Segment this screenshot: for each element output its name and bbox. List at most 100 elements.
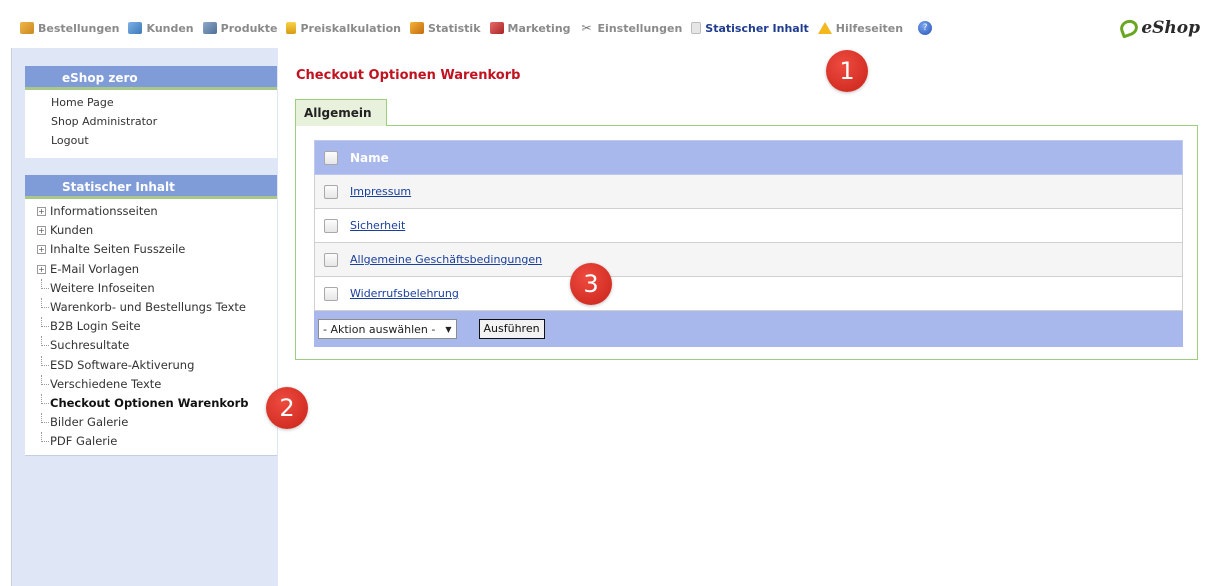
nav-item-kunden[interactable]: Kunden [128, 21, 194, 35]
expand-icon[interactable]: + [37, 226, 46, 236]
nav-label: Marketing [507, 21, 571, 35]
nav-label: Produkte [220, 21, 278, 35]
table-row: Sicherheit [314, 209, 1183, 243]
row-checkbox[interactable] [324, 218, 338, 233]
content-table: Name Impressum Sicherheit Allgemeine Ges… [314, 140, 1183, 347]
tree-item-email-vorlagen[interactable]: + E-Mail Vorlagen [35, 260, 277, 279]
row-checkbox[interactable] [324, 184, 338, 199]
table-body: Impressum Sicherheit Allgemeine Geschäft… [314, 175, 1183, 311]
tree-item-label: ESD Software-Aktiverung [50, 357, 195, 372]
tree-item-label: B2B Login Seite [50, 319, 141, 334]
annotation-marker-1: 1 [826, 50, 868, 92]
shop-box: eShop zero Home Page Shop Administrator … [25, 66, 277, 158]
static-content-box: Statischer Inhalt + Informationsseiten +… [25, 175, 277, 457]
tree-connector [41, 355, 49, 366]
execute-button[interactable]: Ausführen [478, 319, 545, 339]
sidebar: eShop zero Home Page Shop Administrator … [11, 48, 278, 586]
row-checkbox[interactable] [324, 286, 338, 301]
tree-item-checkout-optionen[interactable]: Checkout Optionen Warenkorb [35, 393, 277, 413]
tree-connector [41, 336, 49, 347]
tree-item-verschiedene-texte[interactable]: Verschiedene Texte [35, 374, 277, 394]
shop-administrator-link[interactable]: Shop Administrator [51, 112, 277, 131]
content-tree: + Informationsseiten + Kunden + Inhalte … [25, 199, 277, 457]
tree-item-bilder-galerie[interactable]: Bilder Galerie [35, 413, 277, 432]
settings-icon: ✂ [581, 21, 592, 35]
marketing-icon [489, 22, 504, 34]
static-content-title: Statischer Inhalt [25, 175, 277, 199]
tree-connector [41, 413, 49, 424]
tree-connector [41, 297, 49, 308]
products-icon [202, 22, 217, 34]
tree-item-b2b-login[interactable]: B2B Login Seite [35, 317, 277, 336]
nav-label: Preiskalkulation [300, 21, 401, 35]
tree-item-label: Verschiedene Texte [50, 376, 162, 391]
nav-item-produkte[interactable]: Produkte [202, 21, 278, 35]
price-icon [286, 22, 297, 34]
tab-allgemein[interactable]: Allgemein [295, 99, 387, 126]
expand-icon[interactable]: + [37, 207, 46, 216]
action-select-value: - Aktion auswählen - [323, 322, 436, 336]
tree-connector [41, 278, 49, 289]
nav-item-hilfeseiten[interactable]: Hilfeseiten [817, 21, 904, 35]
nav-item-marketing[interactable]: Marketing [489, 21, 571, 35]
table-row: Widerrufsbelehrung [314, 277, 1183, 311]
tree-connector [41, 432, 49, 443]
expand-icon[interactable]: + [37, 245, 46, 255]
table-footer: - Aktion auswählen - ▼ Ausführen [314, 311, 1183, 347]
row-link-widerrufsbelehrung[interactable]: Widerrufsbelehrung [350, 287, 459, 300]
annotation-marker-3: 3 [570, 263, 612, 305]
home-page-link[interactable]: Home Page [51, 93, 277, 112]
row-checkbox[interactable] [324, 252, 338, 267]
tree-item-esd-aktiverung[interactable]: ESD Software-Aktiverung [35, 355, 277, 375]
nav-item-statistik[interactable]: Statistik [409, 22, 481, 35]
select-all-checkbox[interactable] [324, 150, 338, 165]
tree-connector [41, 393, 49, 404]
nav-item-einstellungen[interactable]: ✂ Einstellungen [580, 22, 683, 35]
row-link-sicherheit[interactable]: Sicherheit [350, 219, 405, 232]
nav-label: Hilfeseiten [835, 21, 904, 35]
action-select[interactable]: - Aktion auswählen - ▼ [318, 319, 457, 339]
content-panel: Name Impressum Sicherheit Allgemeine Ges… [295, 125, 1198, 360]
tree-connector [41, 317, 49, 328]
tree-item-kunden[interactable]: + Kunden [35, 221, 277, 240]
logo-text: eShop [1141, 18, 1200, 38]
column-header-name[interactable]: Name [350, 151, 389, 165]
tree-item-label: Inhalte Seiten Fusszeile [50, 242, 186, 257]
expand-icon[interactable]: + [37, 264, 46, 274]
nav-item-bestellungen[interactable]: Bestellungen [20, 22, 119, 35]
tree-item-label: Checkout Optionen Warenkorb [50, 395, 249, 410]
nav-label: Kunden [146, 21, 194, 35]
page-title: Checkout Optionen Warenkorb [296, 68, 521, 83]
nav-label: Bestellungen [38, 21, 120, 35]
nav-label: Statischer Inhalt [705, 21, 809, 35]
shop-title: eShop zero [25, 66, 277, 90]
tree-item-label: E-Mail Vorlagen [50, 261, 140, 276]
eshop-logo[interactable]: eShop [1118, 17, 1200, 39]
orders-icon [20, 22, 34, 34]
annotation-marker-2: 2 [266, 387, 308, 429]
tree-connector [41, 374, 49, 385]
tree-item-weitere-infoseiten[interactable]: Weitere Infoseiten [35, 278, 277, 298]
customers-icon [128, 22, 143, 34]
tree-item-pdf-galerie[interactable]: PDF Galerie [35, 432, 277, 451]
nav-item-preiskalkulation[interactable]: Preiskalkulation [286, 22, 401, 35]
tree-item-suchresultate[interactable]: Suchresultate [35, 336, 277, 355]
tree-item-label: Informationsseiten [50, 204, 158, 218]
tree-item-label: Bilder Galerie [50, 415, 129, 430]
shop-links: Home Page Shop Administrator Logout [25, 90, 277, 154]
top-navigation: Bestellungen Kunden Produkte Preiskalkul… [0, 0, 1206, 48]
row-link-impressum[interactable]: Impressum [350, 185, 411, 198]
tree-item-label: Kunden [50, 223, 94, 238]
nav-menu: Bestellungen Kunden Produkte Preiskalkul… [20, 21, 936, 35]
logout-link[interactable]: Logout [51, 131, 277, 150]
nav-item-statischer-inhalt[interactable]: Statischer Inhalt [691, 21, 809, 35]
tree-item-label: Suchresultate [50, 338, 130, 353]
info-icon[interactable]: ? [918, 21, 933, 35]
row-link-agb[interactable]: Allgemeine Geschäftsbedingungen [350, 253, 542, 266]
tree-item-label: Weitere Infoseiten [50, 280, 155, 295]
tree-item-informationsseiten[interactable]: + Informationsseiten [35, 202, 277, 221]
tree-item-warenkorb-texte[interactable]: Warenkorb- und Bestellungs Texte [35, 297, 277, 317]
tree-item-inhalte-fusszeile[interactable]: + Inhalte Seiten Fusszeile [35, 240, 277, 259]
dropdown-arrow-icon: ▼ [445, 324, 452, 334]
table-row: Impressum [314, 175, 1183, 209]
